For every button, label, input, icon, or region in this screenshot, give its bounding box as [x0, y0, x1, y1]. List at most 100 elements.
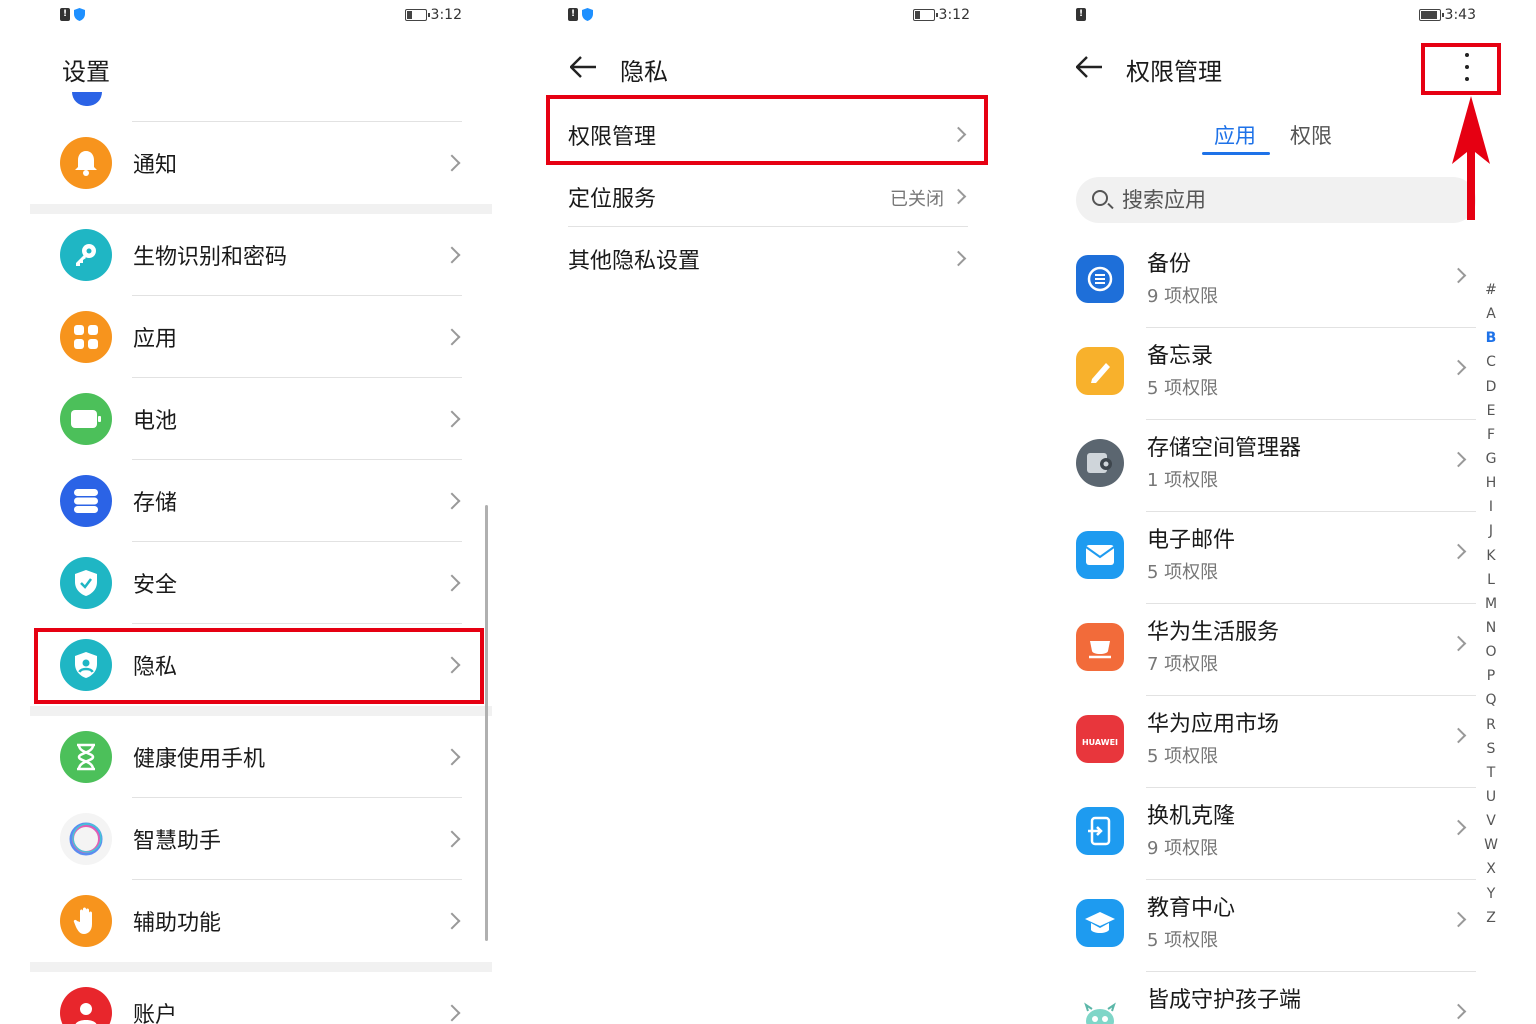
alpha-letter[interactable]: Z: [1486, 906, 1496, 930]
privacy-item-location[interactable]: 定位服务 已关闭: [538, 165, 1000, 227]
app-name: 电子邮件: [1147, 528, 1236, 553]
search-input[interactable]: [1122, 185, 1422, 215]
alphabet-index[interactable]: # A B C D E F G H I J K L M N O P Q R S …: [1484, 278, 1498, 930]
tab-permissions[interactable]: 权限: [1290, 120, 1332, 150]
hourglass-icon: [60, 731, 112, 783]
highlight-box: [34, 628, 484, 704]
alpha-letter[interactable]: O: [1485, 640, 1496, 664]
chevron-right-icon: [443, 154, 461, 172]
alpha-letter[interactable]: U: [1486, 785, 1496, 809]
alpha-letter[interactable]: X: [1486, 857, 1496, 881]
settings-item-assistant[interactable]: 智慧助手: [30, 798, 492, 880]
app-name: 备份: [1147, 252, 1192, 277]
alpha-letter[interactable]: A: [1486, 302, 1496, 326]
alpha-letter[interactable]: R: [1486, 713, 1496, 737]
alpha-letter[interactable]: P: [1487, 664, 1495, 688]
settings-item-biometrics[interactable]: 生物识别和密码: [30, 214, 492, 296]
back-arrow-icon[interactable]: [570, 56, 598, 78]
assistant-ring-icon: [60, 813, 112, 865]
appgallery-app-icon: HUAWEI: [1076, 715, 1124, 763]
chevron-right-icon: [443, 748, 461, 766]
settings-item-account[interactable]: 账户: [30, 972, 492, 1024]
app-row-huawei-appgallery[interactable]: HUAWEI 华为应用市场 5 项权限: [1046, 696, 1476, 788]
page-title: 设置: [62, 58, 110, 86]
alpha-letter[interactable]: D: [1486, 375, 1497, 399]
alpha-letter[interactable]: E: [1487, 399, 1496, 423]
alpha-letter[interactable]: S: [1487, 737, 1496, 761]
scrollbar[interactable]: [485, 505, 488, 941]
alpha-letter[interactable]: W: [1484, 833, 1498, 857]
alpha-letter[interactable]: V: [1486, 809, 1496, 833]
sim-alert-icon: !: [568, 8, 578, 21]
notes-app-icon: [1076, 347, 1124, 395]
settings-item-label: 智慧助手: [133, 829, 222, 854]
alpha-letter-active[interactable]: B: [1486, 326, 1497, 350]
chevron-right-icon: [443, 912, 461, 930]
shield-status-icon: [74, 8, 85, 21]
alpha-letter[interactable]: T: [1487, 761, 1496, 785]
app-row-huawei-life[interactable]: 华为生活服务 7 项权限: [1046, 604, 1476, 696]
red-arrow-icon: [1452, 96, 1490, 220]
alpha-letter[interactable]: I: [1489, 495, 1493, 519]
settings-item-apps[interactable]: 应用: [30, 296, 492, 378]
app-row-phone-clone[interactable]: 换机克隆 9 项权限: [1046, 788, 1476, 880]
bell-icon: [60, 137, 112, 189]
alpha-letter[interactable]: C: [1486, 350, 1496, 374]
alpha-letter[interactable]: J: [1489, 519, 1493, 543]
app-permission-count: 1 项权限: [1147, 470, 1219, 491]
battery-status-icon: [912, 9, 938, 21]
back-arrow-icon[interactable]: [1076, 56, 1104, 78]
account-icon: [60, 987, 112, 1024]
app-permission-count: 7 项权限: [1147, 654, 1219, 675]
alpha-letter[interactable]: Y: [1487, 882, 1496, 906]
settings-item-label: 存储: [133, 491, 178, 516]
alpha-letter[interactable]: L: [1487, 568, 1495, 592]
permission-manager-screen: ! 3:43 权限管理 应用 权限 备份 9 项权限 备忘录 5 项权限: [1046, 0, 1516, 1024]
alpha-letter[interactable]: N: [1486, 616, 1496, 640]
alpha-letter[interactable]: G: [1486, 447, 1497, 471]
alpha-letter[interactable]: M: [1485, 592, 1497, 616]
app-row-notes[interactable]: 备忘录 5 项权限: [1046, 328, 1476, 420]
settings-item-label: 辅助功能: [133, 911, 222, 936]
alpha-letter[interactable]: F: [1487, 423, 1495, 447]
tab-apps[interactable]: 应用: [1214, 120, 1256, 150]
app-name: 皆成守护孩子端: [1147, 988, 1302, 1013]
chevron-right-icon: [443, 328, 461, 346]
chevron-right-icon: [443, 492, 461, 510]
app-name: 华为生活服务: [1147, 620, 1280, 645]
app-permission-count: 5 项权限: [1147, 930, 1219, 951]
app-row-kids-guard[interactable]: 皆成守护孩子端: [1046, 972, 1476, 1024]
status-time: 3:12: [430, 7, 462, 23]
app-name: 教育中心: [1147, 896, 1236, 921]
app-row-email[interactable]: 电子邮件 5 项权限: [1046, 512, 1476, 604]
settings-item-digital-balance[interactable]: 健康使用手机: [30, 716, 492, 798]
chevron-right-icon: [1450, 819, 1467, 836]
alpha-letter[interactable]: #: [1485, 278, 1497, 302]
chevron-right-icon: [950, 188, 967, 205]
app-row-education-center[interactable]: 教育中心 5 项权限: [1046, 880, 1476, 972]
app-row-storage-manager[interactable]: 存储空间管理器 1 项权限: [1046, 420, 1476, 512]
settings-item-label: 通知: [133, 153, 178, 178]
settings-item-accessibility[interactable]: 辅助功能: [30, 880, 492, 962]
alpha-letter[interactable]: H: [1486, 471, 1497, 495]
huawei-badge: HUAWEI: [1081, 737, 1119, 747]
sim-alert-icon: !: [1076, 8, 1086, 21]
app-row-backup[interactable]: 备份 9 项权限: [1046, 236, 1476, 328]
privacy-item-other[interactable]: 其他隐私设置: [538, 227, 1000, 289]
chevron-right-icon: [1450, 267, 1467, 284]
chevron-right-icon: [443, 830, 461, 848]
search-bar[interactable]: [1076, 177, 1476, 223]
settings-item-storage[interactable]: 存储: [30, 460, 492, 542]
apps-grid-icon: [60, 311, 112, 363]
app-name: 换机克隆: [1147, 804, 1236, 829]
settings-item-notifications[interactable]: 通知: [30, 122, 492, 204]
app-permission-count: 5 项权限: [1147, 746, 1219, 767]
partial-item-icon: [72, 92, 102, 106]
alpha-letter[interactable]: Q: [1485, 688, 1496, 712]
settings-item-battery[interactable]: 电池: [30, 378, 492, 460]
settings-screen: ! 3:12 设置 通知 生物识别和密码 应用 电池 存储 安全 隐私 健康使用…: [30, 0, 492, 1024]
alpha-letter[interactable]: K: [1486, 544, 1495, 568]
settings-item-label: 健康使用手机: [133, 747, 266, 772]
chevron-right-icon: [1450, 359, 1467, 376]
settings-item-security[interactable]: 安全: [30, 542, 492, 624]
